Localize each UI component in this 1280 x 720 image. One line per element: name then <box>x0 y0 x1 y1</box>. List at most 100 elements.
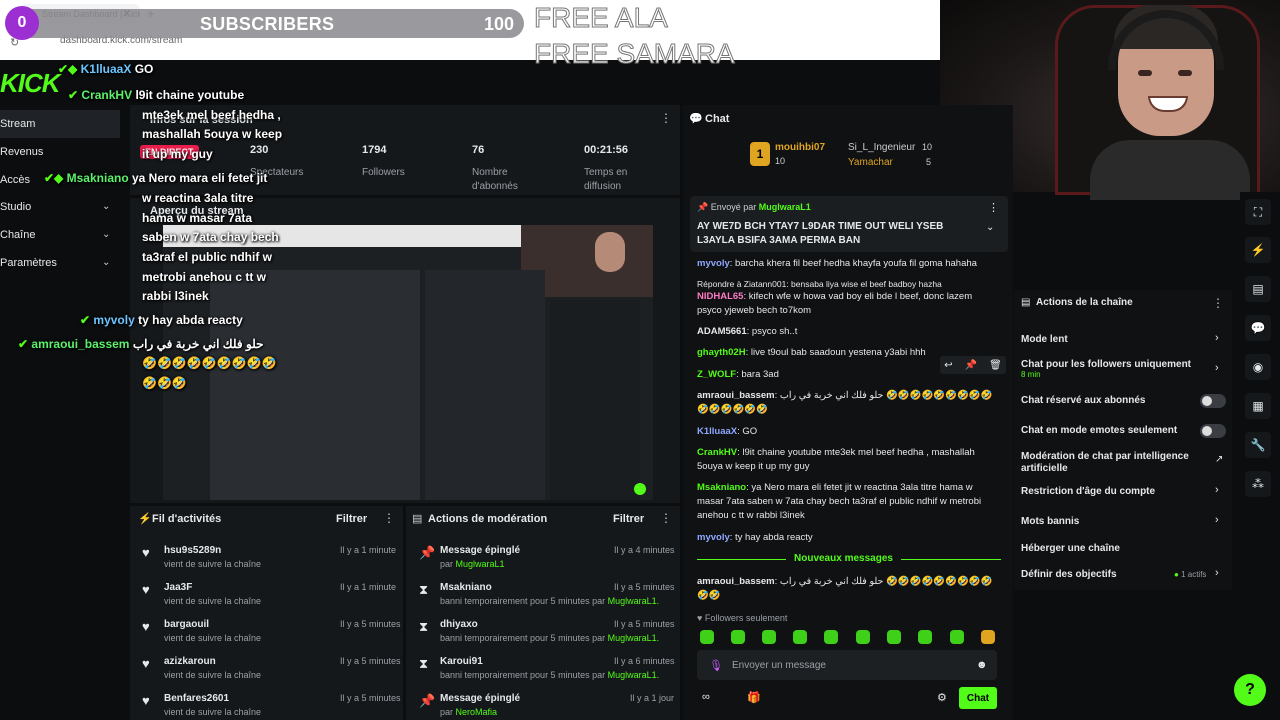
new-messages-label[interactable]: Nouveaux messages <box>786 553 901 564</box>
sidebar-item-acces[interactable]: Accès <box>0 174 30 186</box>
gear-icon[interactable]: ⚙ <box>937 691 947 704</box>
emoji-icon[interactable]: ☻ <box>976 659 988 671</box>
chevron-right-icon[interactable]: › <box>1215 362 1219 374</box>
activity-row-sub: vient de suivre la chaîne <box>164 707 262 717</box>
moderation-row-time: Il y a 5 minutes <box>614 619 675 629</box>
action-emotes-only[interactable]: Chat en mode emotes seulement <box>1021 425 1206 437</box>
action-age-restriction[interactable]: Restriction d'âge du compte <box>1021 486 1206 498</box>
chevron-right-icon[interactable]: › <box>1215 567 1219 579</box>
more-icon[interactable]: ⋮ <box>660 111 672 125</box>
chevron-down-icon[interactable]: ⌄ <box>986 222 994 233</box>
sidebar-item-chaine[interactable]: Chaîne <box>0 229 35 241</box>
moderation-row-name[interactable]: dhiyaxo <box>440 619 478 630</box>
eye <box>1138 70 1152 76</box>
activity-row-name[interactable]: Benfares2601 <box>164 693 229 704</box>
lightning-icon[interactable]: ⚡ <box>1245 237 1271 263</box>
action-ai-moderation[interactable]: Modération de chat par intelligence arti… <box>1021 451 1206 475</box>
broadcast-icon[interactable]: ◉ <box>1245 354 1271 380</box>
activity-row-name[interactable]: hsu9s5289n <box>164 545 221 556</box>
chat-message: K1lluaaX: GO <box>697 426 758 437</box>
overlay-chat-line: ✔ amraoui_bassem حلو فلك اني خربة في راب <box>18 337 264 351</box>
hourglass-icon: ⧗ <box>419 582 429 597</box>
more-icon[interactable]: ⋮ <box>1212 296 1224 310</box>
sidebar-item-revenus[interactable]: Revenus <box>0 146 43 158</box>
apps-icon[interactable]: ⁂ <box>1245 471 1271 497</box>
moderation-row-name[interactable]: Message épinglé <box>440 545 520 556</box>
microphone-icon[interactable]: 🎙 <box>709 659 723 672</box>
emote[interactable] <box>856 630 870 644</box>
chat-message: amraoui_bassem: حلو فلك اني خربة في راب … <box>697 576 993 601</box>
chevron-right-icon[interactable]: › <box>1215 484 1219 496</box>
kick-logo[interactable]: KICK <box>0 68 61 99</box>
emote[interactable] <box>762 630 776 644</box>
chevron-right-icon[interactable]: › <box>1215 332 1219 344</box>
pin-icon[interactable]: ⋮ <box>988 201 999 214</box>
emotes-only-toggle[interactable] <box>1200 424 1226 438</box>
emote[interactable] <box>700 630 714 644</box>
overlay-text-line2: FREE SAMARA <box>534 38 736 70</box>
action-host-channel[interactable]: Héberger une chaîne <box>1021 543 1206 555</box>
chat-input-placeholder[interactable]: Envoyer un message <box>732 660 826 671</box>
infinity-icon[interactable]: ∞ <box>702 691 710 703</box>
stat-subs-label: Nombre d'abonnés <box>472 167 518 192</box>
emote[interactable] <box>918 630 932 644</box>
activity-row-name[interactable]: Jaa3F <box>164 582 192 593</box>
goals-active-count: ● 1 actifs <box>1174 570 1207 579</box>
activity-row-name[interactable]: azizkaroun <box>164 656 216 667</box>
sub-count-circle: 0 <box>5 6 39 40</box>
moderation-row-sub: banni temporairement pour 5 minutes par … <box>440 670 660 680</box>
wrench-icon[interactable]: 🔧 <box>1245 432 1271 458</box>
focus-icon[interactable]: ⛶ <box>1245 199 1271 225</box>
chat-icon[interactable]: 💬 <box>1245 315 1271 341</box>
emote[interactable] <box>950 630 964 644</box>
followers-only-label: ♥ Followers seulement <box>697 613 788 623</box>
chevron-right-icon[interactable]: › <box>1215 514 1219 526</box>
layout-icon[interactable]: ▦ <box>1245 393 1271 419</box>
emote[interactable] <box>887 630 901 644</box>
moderation-row-name[interactable]: Msakniano <box>440 582 492 593</box>
send-chat-button[interactable]: Chat <box>959 687 997 709</box>
moderation-row-name[interactable]: Karoui91 <box>440 656 483 667</box>
emote[interactable] <box>824 630 838 644</box>
chat-message: amraoui_bassem: حلو فلك اني خربة في راب … <box>697 390 993 415</box>
chevron-down-icon[interactable]: ⌄ <box>102 257 110 268</box>
gift-icon[interactable]: 🎁 <box>747 691 761 704</box>
help-button[interactable]: ? <box>1234 674 1266 706</box>
moderation-filter-button[interactable]: Filtrer <box>613 513 644 525</box>
overlay-chat-line: ✔ CrankHV l9it chaine youtube <box>68 88 245 102</box>
sidebar-item-studio[interactable]: Studio <box>0 201 31 213</box>
overlay-chat-line: ta3raf el public ndhif w <box>142 250 273 264</box>
moderation-row-time: Il y a 5 minutes <box>614 582 675 592</box>
emote[interactable] <box>793 630 807 644</box>
overlay-text-line1: FREE ALA <box>534 2 669 34</box>
chat-message: Msakniano: ya Nero mara eli fetet jit w … <box>697 482 982 521</box>
more-icon[interactable]: ⋮ <box>383 511 395 525</box>
top-user-count: 10 <box>775 156 786 166</box>
activity-filter-button[interactable]: Filtrer <box>336 513 367 525</box>
actions-title: Actions de la chaîne <box>1036 297 1133 308</box>
chevron-down-icon[interactable]: ⌄ <box>102 229 110 240</box>
top-user-name[interactable]: mouihbi07 <box>775 142 825 153</box>
document-icon[interactable]: ▤ <box>1245 276 1271 302</box>
pinned-text: AY WE7D BCH YTAY7 L9DAR TIME OUT WELI YS… <box>697 221 944 246</box>
top-user-name[interactable]: Si_L_Ingenieur <box>848 142 915 153</box>
external-link-icon[interactable]: ↗ <box>1215 454 1223 465</box>
chat-message: ADAM5661: psyco sh..t <box>697 326 798 337</box>
action-subs-only[interactable]: Chat réservé aux abonnés <box>1021 395 1206 407</box>
more-icon[interactable]: ⋮ <box>660 511 672 525</box>
top-user-name[interactable]: Yamachar <box>848 157 893 168</box>
preview-status-dot <box>634 483 646 495</box>
activity-row-name[interactable]: bargaouil <box>164 619 209 630</box>
subs-only-toggle[interactable] <box>1200 394 1226 408</box>
action-banned-words[interactable]: Mots bannis <box>1021 516 1206 528</box>
overlay-chat-line: 🤣🤣🤣 <box>142 376 187 390</box>
sidebar-item-stream[interactable]: Stream <box>0 118 35 130</box>
moderation-row-name[interactable]: Message épinglé <box>440 693 520 704</box>
action-followers-only[interactable]: Chat pour les followers uniquement <box>1021 359 1206 371</box>
actions-icon: ▤ <box>1021 297 1031 308</box>
emote[interactable] <box>981 630 995 644</box>
action-slow-mode[interactable]: Mode lent <box>1021 334 1206 346</box>
sidebar-item-parametres[interactable]: Paramètres <box>0 257 57 269</box>
chevron-down-icon[interactable]: ⌄ <box>102 201 110 212</box>
emote[interactable] <box>731 630 745 644</box>
